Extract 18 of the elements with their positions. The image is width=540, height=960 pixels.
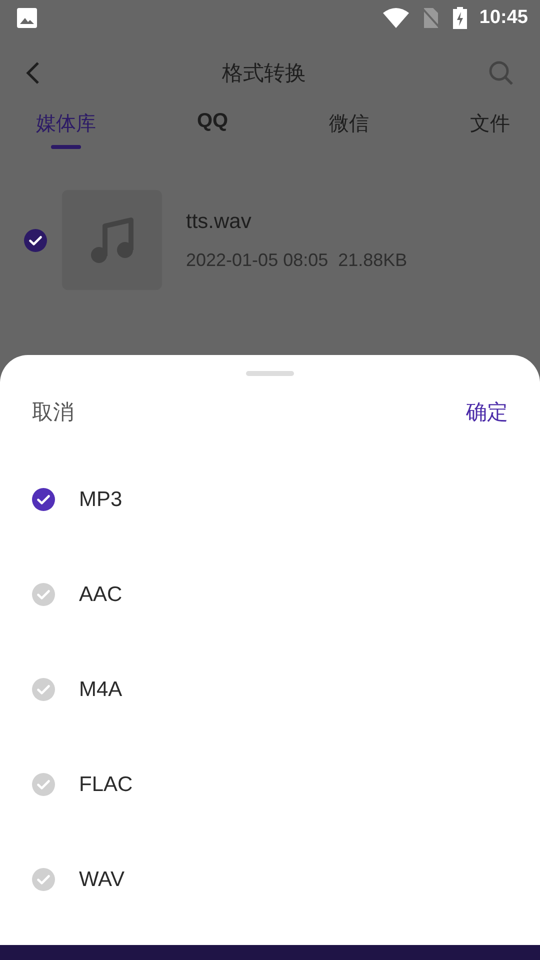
file-meta: 2022-01-05 08:05 21.88KB bbox=[186, 250, 408, 270]
image-icon bbox=[17, 8, 37, 28]
battery-icon bbox=[453, 7, 468, 29]
format-option[interactable]: MP3 bbox=[0, 452, 540, 547]
wifi-icon bbox=[383, 8, 410, 28]
status-time: 10:45 bbox=[479, 7, 528, 29]
page-title: 格式转换 bbox=[222, 61, 306, 87]
file-name: tts.wav bbox=[186, 210, 252, 234]
search-icon[interactable] bbox=[488, 60, 514, 86]
format-option[interactable]: M4A bbox=[0, 642, 540, 737]
cancel-button[interactable]: 取消 bbox=[32, 398, 74, 426]
drag-handle[interactable] bbox=[246, 371, 294, 376]
format-option[interactable]: FLAC bbox=[0, 737, 540, 832]
confirm-button[interactable]: 确定 bbox=[466, 398, 508, 426]
format-option[interactable]: AAC bbox=[0, 547, 540, 642]
format-option[interactable]: WAV bbox=[0, 832, 540, 927]
music-note-icon bbox=[90, 216, 134, 264]
back-icon[interactable] bbox=[26, 61, 40, 85]
